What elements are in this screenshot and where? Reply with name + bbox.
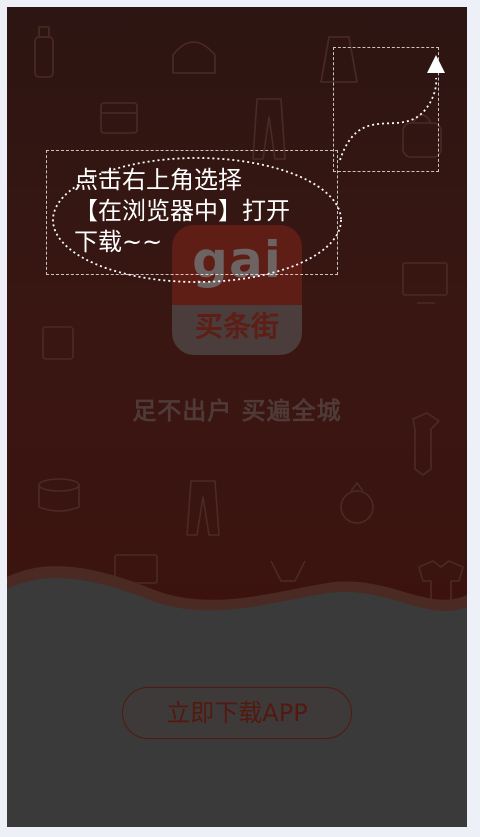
guide-overlay [52, 55, 445, 283]
dotted-guide-line [339, 77, 438, 161]
open-in-browser-tip: 点击右上角选择 【在浏览器中】打开 下载~~ [74, 165, 334, 258]
tip-line-3: 下载~~ [74, 228, 163, 256]
tip-line-2: 【在浏览器中】打开 [74, 197, 290, 225]
arrow-up-icon [427, 55, 445, 73]
tip-line-1: 点击右上角选择 [74, 166, 242, 194]
